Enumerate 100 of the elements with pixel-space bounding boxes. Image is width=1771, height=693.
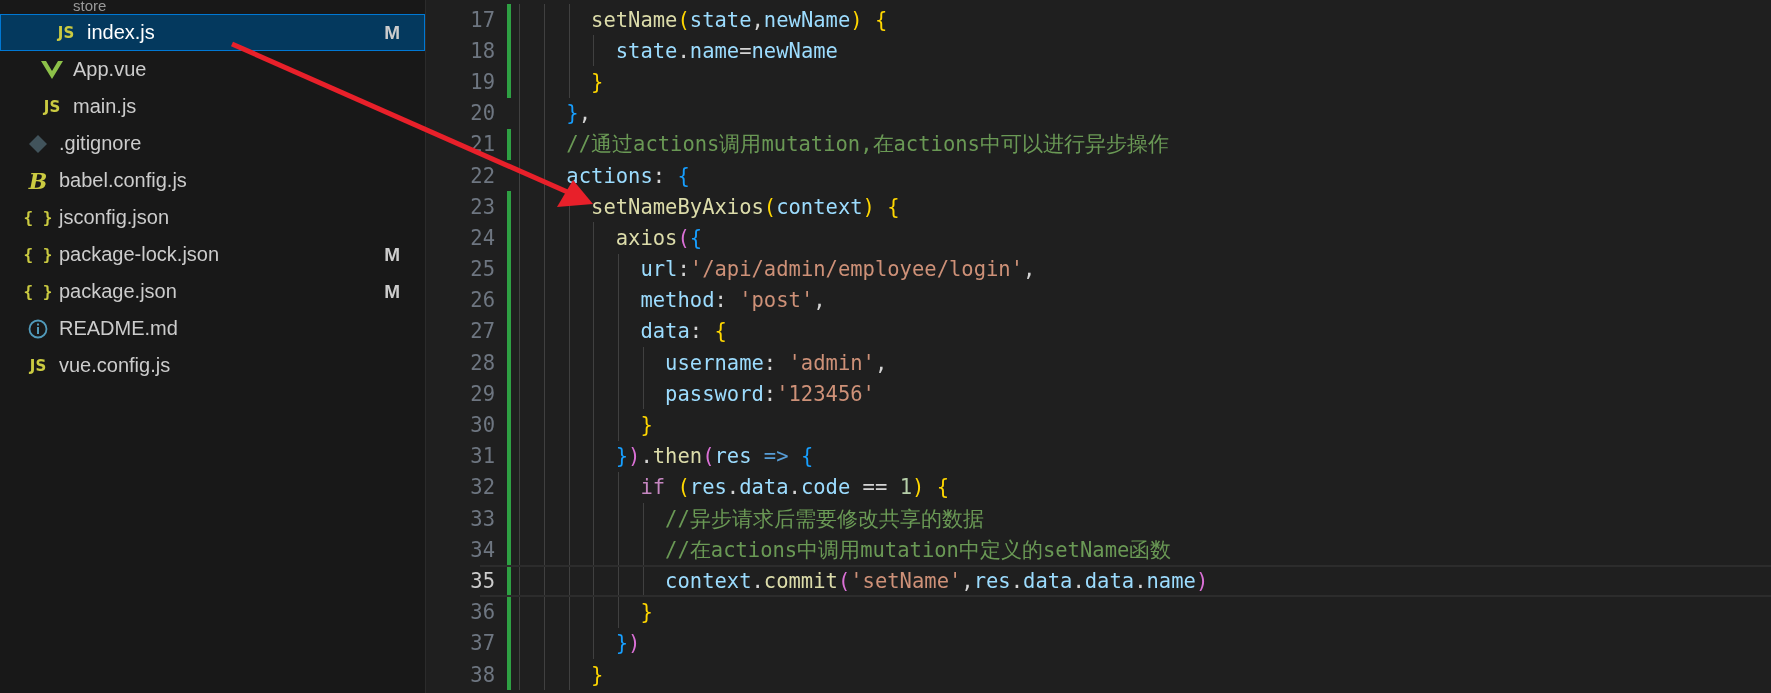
- file-tree-item[interactable]: { } package-lock.json M: [0, 236, 425, 273]
- bracket: ): [628, 444, 641, 469]
- identifier: context: [664, 568, 752, 593]
- bracket: (: [763, 194, 777, 219]
- code-punctuation: .: [788, 475, 801, 500]
- code-punctuation: ,: [1023, 257, 1036, 282]
- file-name: babel.config.js: [59, 169, 188, 192]
- file-name: package.json: [59, 280, 178, 303]
- bracket: (: [677, 225, 690, 250]
- file-tree-item[interactable]: store: [0, 0, 425, 14]
- file-name: index.js: [87, 21, 156, 44]
- function-name: setNameByAxios: [590, 194, 764, 219]
- file-tree-item[interactable]: JS vue.config.js: [0, 347, 425, 384]
- code-punctuation: =: [739, 38, 752, 63]
- bracket: ): [850, 7, 863, 32]
- code-punctuation: :: [714, 288, 727, 313]
- code-punctuation: :: [689, 319, 703, 344]
- git-status-label: M: [384, 243, 400, 266]
- file-name: .gitignore: [59, 132, 143, 155]
- line-number: 19: [469, 69, 495, 94]
- identifier: method: [639, 288, 715, 313]
- line-number: 24: [469, 225, 495, 250]
- bracket: {: [873, 7, 888, 32]
- identifier: data: [1084, 568, 1135, 593]
- line-number: 25: [469, 257, 495, 282]
- identifier: context: [776, 194, 863, 219]
- file-tree-item[interactable]: { } package.json M: [0, 273, 425, 310]
- bracket: }: [639, 413, 653, 438]
- identifier: data: [1023, 568, 1073, 593]
- keyword: if: [639, 475, 666, 500]
- identifier: newName: [763, 7, 851, 32]
- line-number: 18: [469, 38, 495, 63]
- git-status-label: M: [384, 21, 400, 44]
- json-file-icon: { }: [23, 245, 53, 264]
- file-name: main.js: [73, 95, 138, 118]
- file-name: App.vue: [73, 58, 148, 81]
- code-punctuation: .: [640, 444, 653, 469]
- bracket: ): [1195, 568, 1209, 593]
- identifier: data: [639, 319, 690, 344]
- file-name: package-lock.json: [59, 243, 221, 266]
- code-comment: //异步请求后需要修改共享的数据: [664, 505, 984, 533]
- bracket: {: [713, 319, 727, 344]
- line-number: 36: [469, 600, 495, 625]
- identifier: newName: [751, 38, 838, 63]
- line-number: 28: [469, 350, 495, 375]
- bracket: {: [689, 225, 703, 250]
- file-name: jsconfig.json: [59, 206, 171, 229]
- identifier: url: [639, 257, 678, 282]
- code-punctuation: .: [1010, 568, 1024, 593]
- javascript-file-icon: JS: [29, 356, 47, 375]
- line-number: 22: [469, 163, 495, 188]
- file-tree-item[interactable]: .gitignore: [0, 125, 425, 162]
- code-punctuation: ,: [813, 288, 826, 313]
- identifier: data: [739, 475, 789, 500]
- bracket: (: [837, 568, 851, 593]
- bracket: {: [800, 444, 814, 469]
- git-status-label: M: [384, 280, 400, 303]
- diamond-icon: [28, 133, 48, 154]
- identifier: actions: [565, 163, 653, 188]
- bracket: }: [639, 600, 653, 625]
- line-number: 35: [469, 568, 495, 593]
- identifier: username: [664, 350, 764, 375]
- line-number: 33: [469, 506, 495, 531]
- javascript-file-icon: JS: [43, 97, 61, 116]
- code-punctuation: :: [677, 257, 690, 282]
- bracket: {: [886, 194, 900, 219]
- bracket: {: [676, 163, 690, 188]
- line-number: 23: [469, 194, 495, 219]
- arrow-operator: =>: [762, 444, 790, 469]
- line-number: 38: [469, 662, 495, 687]
- string-literal: '/api/admin/employee/login': [689, 257, 1024, 282]
- file-tree-item[interactable]: B babel.config.js: [0, 162, 425, 199]
- file-tree-item[interactable]: JS index.js M: [0, 14, 425, 51]
- identifier: code: [800, 475, 851, 500]
- info-icon: [28, 318, 48, 339]
- line-number: 17: [469, 7, 495, 32]
- identifier: password: [664, 381, 764, 406]
- bracket: ): [912, 475, 925, 500]
- number-literal: 1: [899, 475, 912, 500]
- line-number: 27: [469, 319, 495, 344]
- bracket: (: [702, 444, 715, 469]
- file-tree-item[interactable]: README.md: [0, 310, 425, 347]
- file-name: vue.config.js: [59, 354, 172, 377]
- code-punctuation: :: [763, 350, 777, 375]
- bracket: ): [862, 194, 875, 219]
- identifier: name: [1146, 568, 1196, 593]
- code-punctuation: ,: [751, 7, 764, 32]
- identifier: state: [689, 7, 752, 32]
- bracket: }: [614, 631, 629, 656]
- identifier: res: [714, 444, 752, 469]
- code-punctuation: .: [677, 38, 690, 63]
- line-number: 32: [469, 475, 495, 500]
- line-number: 29: [469, 381, 495, 406]
- file-tree-item[interactable]: { } jsconfig.json: [0, 199, 425, 236]
- bracket: }: [590, 662, 604, 687]
- code-punctuation: ==: [861, 475, 889, 500]
- code-punctuation: ,: [874, 350, 888, 375]
- file-tree-item[interactable]: JS main.js: [0, 88, 425, 125]
- code-punctuation: :: [652, 163, 666, 188]
- file-tree-item[interactable]: App.vue: [0, 51, 425, 88]
